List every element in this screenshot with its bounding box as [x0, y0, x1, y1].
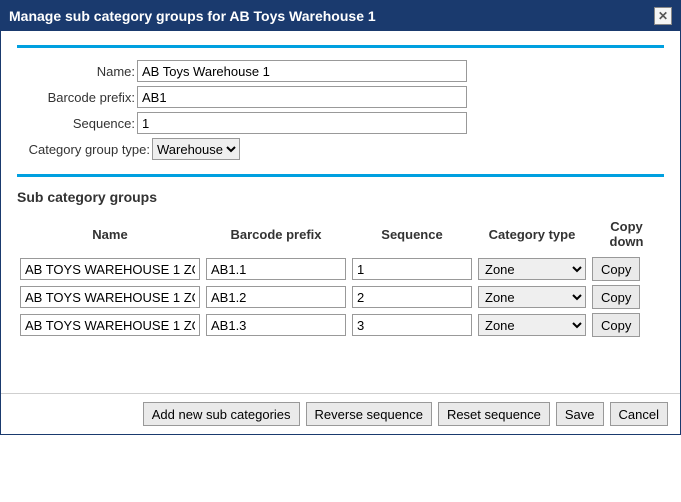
row-name-input[interactable]	[20, 314, 200, 336]
row-sequence-input[interactable]	[352, 314, 472, 336]
copy-button[interactable]: Copy	[592, 285, 640, 309]
row-prefix-input[interactable]	[206, 258, 346, 280]
row-sequence-input[interactable]	[352, 258, 472, 280]
close-button[interactable]: ✕	[654, 7, 672, 25]
barcode-prefix-label: Barcode prefix:	[17, 90, 137, 105]
sub-category-table: Name Barcode prefix Sequence Category ty…	[17, 215, 664, 339]
col-header-category-type: Category type	[475, 215, 589, 255]
row-sequence-input[interactable]	[352, 286, 472, 308]
row-prefix-input[interactable]	[206, 314, 346, 336]
sequence-label: Sequence:	[17, 116, 137, 131]
table-row: Zone Copy	[17, 283, 664, 311]
name-label: Name:	[17, 64, 137, 79]
table-header-row: Name Barcode prefix Sequence Category ty…	[17, 215, 664, 255]
row-barcode-prefix: Barcode prefix:	[17, 86, 664, 108]
add-new-sub-categories-button[interactable]: Add new sub categories	[143, 402, 300, 426]
row-type-select[interactable]: Zone	[478, 314, 586, 336]
sequence-input[interactable]	[137, 112, 467, 134]
category-group-type-label: Category group type:	[17, 142, 152, 157]
category-group-type-select[interactable]: Warehouse	[152, 138, 240, 160]
row-name-input[interactable]	[20, 286, 200, 308]
sub-category-heading: Sub category groups	[17, 189, 664, 205]
row-type-select[interactable]: Zone	[478, 286, 586, 308]
col-header-copy-down: Copy down	[589, 215, 664, 255]
table-row: Zone Copy	[17, 255, 664, 283]
barcode-prefix-input[interactable]	[137, 86, 467, 108]
row-name: Name:	[17, 60, 664, 82]
dialog: Manage sub category groups for AB Toys W…	[0, 0, 681, 435]
dialog-footer: Add new sub categories Reverse sequence …	[1, 393, 680, 434]
divider-top	[17, 45, 664, 48]
row-category-group-type: Category group type: Warehouse	[17, 138, 664, 160]
row-sequence: Sequence:	[17, 112, 664, 134]
dialog-content: Name: Barcode prefix: Sequence: Category…	[1, 31, 680, 393]
cancel-button[interactable]: Cancel	[610, 402, 668, 426]
reverse-sequence-button[interactable]: Reverse sequence	[306, 402, 432, 426]
col-header-name: Name	[17, 215, 203, 255]
dialog-title: Manage sub category groups for AB Toys W…	[9, 8, 376, 24]
row-type-select[interactable]: Zone	[478, 258, 586, 280]
col-header-barcode-prefix: Barcode prefix	[203, 215, 349, 255]
table-row: Zone Copy	[17, 311, 664, 339]
copy-button[interactable]: Copy	[592, 313, 640, 337]
titlebar: Manage sub category groups for AB Toys W…	[1, 1, 680, 31]
col-header-sequence: Sequence	[349, 215, 475, 255]
row-prefix-input[interactable]	[206, 286, 346, 308]
row-name-input[interactable]	[20, 258, 200, 280]
save-button[interactable]: Save	[556, 402, 604, 426]
divider-mid	[17, 174, 664, 177]
reset-sequence-button[interactable]: Reset sequence	[438, 402, 550, 426]
copy-button[interactable]: Copy	[592, 257, 640, 281]
close-icon: ✕	[658, 10, 668, 22]
sub-table-wrap: Name Barcode prefix Sequence Category ty…	[17, 215, 664, 385]
name-input[interactable]	[137, 60, 467, 82]
